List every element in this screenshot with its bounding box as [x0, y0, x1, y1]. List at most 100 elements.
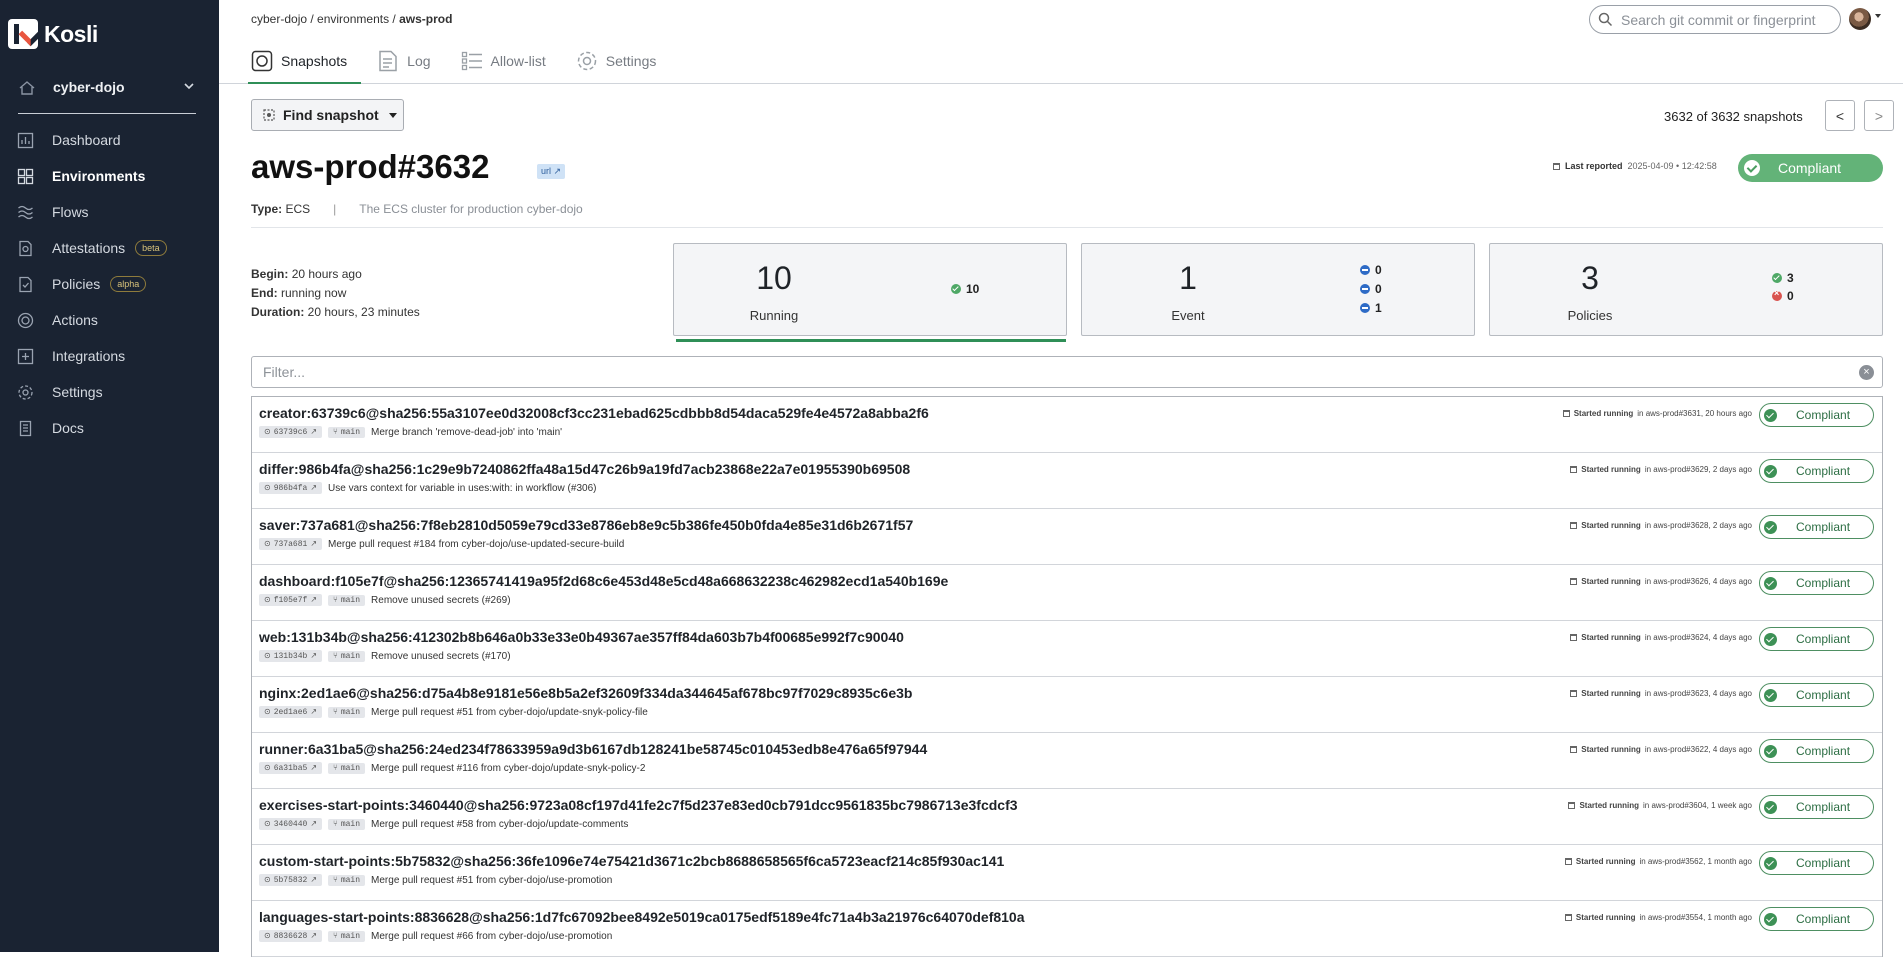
branch-chip[interactable]: ⑂ main	[328, 594, 366, 606]
sidebar-item-dashboard[interactable]: Dashboard	[0, 122, 219, 158]
compliant-badge[interactable]: Compliant	[1759, 739, 1874, 763]
next-snapshot-button[interactable]: >	[1864, 100, 1894, 131]
org-selector[interactable]: cyber-dojo	[18, 79, 196, 114]
artifact-row[interactable]: exercises-start-points:3460440@sha256:97…	[252, 789, 1882, 845]
commit-chip[interactable]: ⊙ 737a681 ↗	[259, 538, 323, 550]
commit-chip[interactable]: ⊙ 986b4fa ↗	[259, 482, 323, 494]
search-box[interactable]	[1589, 5, 1841, 34]
started-where[interactable]: in aws-prod#3622, 4 days ago	[1645, 745, 1752, 754]
started-where[interactable]: in aws-prod#3554, 1 month ago	[1639, 913, 1752, 922]
branch-chip[interactable]: ⑂ main	[328, 874, 366, 886]
tab-snapshots[interactable]: Snapshots	[247, 48, 362, 84]
clear-icon[interactable]: ×	[1859, 365, 1874, 380]
commit-chip[interactable]: ⊙ 6a31ba5 ↗	[259, 762, 323, 774]
compliant-badge[interactable]: Compliant	[1759, 795, 1874, 819]
artifact-row[interactable]: languages-start-points:8836628@sha256:1d…	[252, 901, 1882, 957]
avatar[interactable]	[1849, 8, 1871, 30]
branch-chip[interactable]: ⑂ main	[328, 426, 366, 438]
artifact-row[interactable]: web:131b34b@sha256:412302b8b646a0b33e33e…	[252, 621, 1882, 677]
compliant-badge[interactable]: Compliant	[1759, 627, 1874, 651]
compliant-badge[interactable]: Compliant	[1759, 403, 1874, 427]
search-input[interactable]	[1621, 11, 1821, 28]
commit-message: Merge pull request #58 from cyber-dojo/u…	[371, 818, 629, 830]
started-where[interactable]: in aws-prod#3562, 1 month ago	[1639, 857, 1752, 866]
artifact-row[interactable]: saver:737a681@sha256:7f8eb2810d5059e79cd…	[252, 509, 1882, 565]
breadcrumb-section[interactable]: environments	[317, 12, 389, 26]
sidebar-item-settings[interactable]: Settings	[0, 374, 219, 410]
chevron-down-icon[interactable]	[1875, 14, 1881, 18]
started-where[interactable]: in aws-prod#3626, 4 days ago	[1645, 577, 1752, 586]
compliant-label: Compliant	[1796, 800, 1851, 814]
branch-chip[interactable]: ⑂ main	[328, 818, 366, 830]
artifact-row[interactable]: creator:63739c6@sha256:55a3107ee0d32008c…	[252, 397, 1882, 453]
artifact-name[interactable]: exercises-start-points:3460440@sha256:97…	[259, 797, 1018, 813]
camera-icon	[251, 50, 273, 72]
artifact-name[interactable]: saver:737a681@sha256:7f8eb2810d5059e79cd…	[259, 517, 913, 533]
filter-box[interactable]: ×	[251, 356, 1883, 388]
event-stat-card[interactable]: 1 Event 0 0 1	[1081, 243, 1475, 336]
started-where[interactable]: in aws-prod#3604, 1 week ago	[1643, 801, 1752, 810]
tab-log[interactable]: Log	[377, 48, 440, 84]
prev-snapshot-button[interactable]: <	[1825, 100, 1855, 131]
artifact-name[interactable]: creator:63739c6@sha256:55a3107ee0d32008c…	[259, 405, 929, 421]
artifact-name[interactable]: dashboard:f105e7f@sha256:12365741419a95f…	[259, 573, 948, 589]
running-stat-card[interactable]: 10 Running 10	[673, 243, 1067, 336]
artifact-row[interactable]: runner:6a31ba5@sha256:24ed234f78633959a9…	[252, 733, 1882, 789]
url-link[interactable]: url ↗	[537, 164, 566, 179]
commit-chip[interactable]: ⊙ 5b75832 ↗	[259, 874, 323, 886]
commit-chip[interactable]: ⊙ 3460440 ↗	[259, 818, 323, 830]
compliant-badge[interactable]: Compliant	[1759, 683, 1874, 707]
compliant-badge[interactable]: Compliant	[1759, 515, 1874, 539]
branch-chip[interactable]: ⑂ main	[328, 762, 366, 774]
started-where[interactable]: in aws-prod#3631, 20 hours ago	[1637, 409, 1752, 418]
top-bar: cyber-dojo / environments / aws-prod Sna…	[219, 0, 1903, 84]
commit-chip[interactable]: ⊙ f105e7f ↗	[259, 594, 323, 606]
artifact-name[interactable]: differ:986b4fa@sha256:1c29e9b7240862ffa4…	[259, 461, 910, 477]
kosli-logo[interactable]: Kosli	[8, 19, 98, 49]
commit-chip[interactable]: ⊙ 8836628 ↗	[259, 930, 323, 942]
breadcrumb: cyber-dojo / environments / aws-prod	[251, 12, 453, 26]
compliant-badge[interactable]: Compliant	[1759, 571, 1874, 595]
sidebar-item-flows[interactable]: Flows	[0, 194, 219, 230]
sidebar-item-docs[interactable]: Docs	[0, 410, 219, 446]
sidebar-item-environments[interactable]: Environments	[0, 158, 219, 194]
last-reported-value: 2025-04-09 • 12:42:58	[1627, 161, 1717, 171]
started-where[interactable]: in aws-prod#3629, 2 days ago	[1645, 465, 1752, 474]
artifact-row[interactable]: nginx:2ed1ae6@sha256:d75a4b8e9181e56e8b5…	[252, 677, 1882, 733]
policies-fail: 0	[1772, 288, 1794, 303]
external-link-icon: ↗	[310, 428, 318, 437]
artifact-name[interactable]: languages-start-points:8836628@sha256:1d…	[259, 909, 1025, 925]
artifact-name[interactable]: web:131b34b@sha256:412302b8b646a0b33e33e…	[259, 629, 904, 645]
filter-input[interactable]	[263, 364, 1823, 380]
compliant-badge[interactable]: Compliant	[1759, 459, 1874, 483]
policies-stat-card[interactable]: 3 Policies 3 0	[1489, 243, 1883, 336]
started-where[interactable]: in aws-prod#3624, 4 days ago	[1645, 633, 1752, 642]
compliant-badge[interactable]: Compliant	[1759, 851, 1874, 875]
sidebar-item-integrations[interactable]: Integrations	[0, 338, 219, 374]
sidebar-item-attestations[interactable]: Attestations beta	[0, 230, 219, 266]
branch-name: main	[340, 931, 361, 941]
tab-settings[interactable]: Settings	[576, 48, 667, 84]
artifact-name[interactable]: custom-start-points:5b75832@sha256:36fe1…	[259, 853, 1004, 869]
artifact-row[interactable]: dashboard:f105e7f@sha256:12365741419a95f…	[252, 565, 1882, 621]
commit-chip[interactable]: ⊙ 131b34b ↗	[259, 650, 323, 662]
artifact-name[interactable]: nginx:2ed1ae6@sha256:d75a4b8e9181e56e8b5…	[259, 685, 912, 701]
sidebar-item-actions[interactable]: Actions	[0, 302, 219, 338]
branch-chip[interactable]: ⑂ main	[328, 930, 366, 942]
compliant-badge[interactable]: Compliant	[1759, 907, 1874, 931]
artifact-row[interactable]: differ:986b4fa@sha256:1c29e9b7240862ffa4…	[252, 453, 1882, 509]
policies-fail-count: 0	[1787, 289, 1794, 303]
branch-chip[interactable]: ⑂ main	[328, 706, 366, 718]
breadcrumb-org[interactable]: cyber-dojo	[251, 12, 307, 26]
commit-chip[interactable]: ⊙ 63739c6 ↗	[259, 426, 323, 438]
branch-chip[interactable]: ⑂ main	[328, 650, 366, 662]
artifact-name[interactable]: runner:6a31ba5@sha256:24ed234f78633959a9…	[259, 741, 927, 757]
started-where[interactable]: in aws-prod#3628, 2 days ago	[1645, 521, 1752, 530]
commit-message: Merge pull request #66 from cyber-dojo/u…	[371, 930, 613, 942]
commit-chip[interactable]: ⊙ 2ed1ae6 ↗	[259, 706, 323, 718]
find-snapshot-button[interactable]: Find snapshot	[251, 99, 404, 131]
tab-allow-list[interactable]: Allow-list	[461, 48, 556, 84]
sidebar-item-policies[interactable]: Policies alpha	[0, 266, 219, 302]
started-where[interactable]: in aws-prod#3623, 4 days ago	[1645, 689, 1752, 698]
artifact-row[interactable]: custom-start-points:5b75832@sha256:36fe1…	[252, 845, 1882, 901]
